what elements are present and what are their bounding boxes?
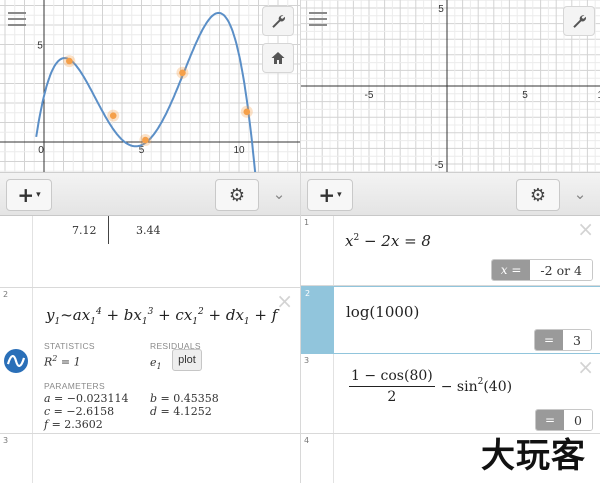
expression-row-1[interactable]: 1 × x2 − 2x = 8 x = -2 or 4 xyxy=(301,216,600,286)
wrench-icon xyxy=(573,15,586,28)
graph-settings-button[interactable]: ⚙ xyxy=(516,179,560,211)
watermark-logo: 大玩客 xyxy=(481,436,586,476)
app-root: 0 5 10 5 + ▾ ⚙ ⌄ 7.12 3.44 2 × y1~ax14 +… xyxy=(0,0,600,483)
wrench-settings-button[interactable] xyxy=(563,6,595,36)
right-calculator-panel: -10-55105-5 + ▾ ⚙ ⌄ 1 xyxy=(300,0,600,483)
delete-expression-icon[interactable]: × xyxy=(577,357,594,377)
x-tick-label: 5 xyxy=(522,90,528,101)
row-gutter xyxy=(301,354,333,433)
residual-variable: e1 xyxy=(150,356,162,372)
graph-settings-button[interactable]: ⚙ xyxy=(215,179,259,211)
gear-icon: ⚙ xyxy=(529,184,547,206)
param-c: c = −2.6158 xyxy=(44,405,115,418)
row-gutter xyxy=(0,216,32,287)
regression-curve xyxy=(35,11,257,172)
delete-expression-icon[interactable]: × xyxy=(276,291,293,311)
caret-down-icon: ▾ xyxy=(337,190,342,200)
param-b: b = 0.45358 xyxy=(150,392,219,405)
x-tick-label: -5 xyxy=(365,90,374,101)
home-zoom-button[interactable] xyxy=(262,43,294,73)
desmos-logo-icon xyxy=(4,349,28,373)
plus-icon: + xyxy=(17,183,35,207)
table-row[interactable]: 7.12 3.44 xyxy=(0,216,300,288)
param-f: f = 2.3602 xyxy=(44,418,103,431)
graph-canvas-left[interactable]: 0 5 105 xyxy=(0,0,300,172)
gear-icon: ⚙ xyxy=(228,184,246,206)
expression-toolbar-left: + ▾ ⚙ ⌄ xyxy=(0,172,300,216)
data-point xyxy=(243,108,251,116)
wrench-icon xyxy=(272,15,285,28)
solution-result-badge: x = -2 or 4 xyxy=(490,259,593,281)
row-number: 1 xyxy=(304,218,310,227)
plus-icon: + xyxy=(318,183,336,207)
graph-canvas-right[interactable]: -10-55105-5 xyxy=(301,0,600,172)
add-item-button[interactable]: + ▾ xyxy=(6,179,52,211)
delete-expression-icon[interactable]: × xyxy=(577,219,594,239)
graph-paper-right[interactable]: -10-55105-5 xyxy=(301,0,600,172)
r-squared-value: R2 = 1 xyxy=(44,354,81,369)
x-tick-label: 0 xyxy=(38,145,44,156)
equation-expression[interactable]: x2 − 2x = 8 xyxy=(345,232,431,250)
data-point xyxy=(142,136,149,144)
menu-icon[interactable] xyxy=(8,12,26,26)
y-tick-label: 5 xyxy=(438,4,444,15)
row-number: 2 xyxy=(305,289,311,298)
collapse-list-icon[interactable]: ⌄ xyxy=(268,183,290,205)
empty-expression-row[interactable]: 3 xyxy=(0,434,300,483)
table-cell-x[interactable]: 7.12 xyxy=(72,224,97,237)
data-point xyxy=(109,112,117,119)
trig-expression[interactable]: 1 − cos(80) 2 − sin 2 (40) xyxy=(349,368,512,405)
expression-list-left: 7.12 3.44 2 × y1~ax14 + bx13 + cx12 + dx… xyxy=(0,216,300,483)
parameters-header: PARAMETERS xyxy=(44,381,105,391)
collapse-list-icon[interactable]: ⌄ xyxy=(569,183,591,205)
left-calculator-panel: 0 5 10 5 + ▾ ⚙ ⌄ 7.12 3.44 2 × y1~ax14 +… xyxy=(0,0,300,483)
expression-row-3[interactable]: 3 × 1 − cos(80) 2 − sin 2 (40) = 0 xyxy=(301,354,600,434)
wrench-settings-button[interactable] xyxy=(262,6,294,36)
y-tick-label: -5 xyxy=(435,160,444,171)
param-a: a = −0.023114 xyxy=(44,392,129,405)
row-number: 3 xyxy=(3,436,9,445)
table-column-divider xyxy=(108,216,109,244)
row-number: 4 xyxy=(304,436,310,445)
menu-icon[interactable] xyxy=(309,12,327,26)
param-d: d = 4.1252 xyxy=(150,405,212,418)
expression-toolbar-right: + ▾ ⚙ ⌄ xyxy=(301,172,600,216)
expression-row-2-selected[interactable]: 2 log(1000) = 3 xyxy=(301,286,600,354)
statistics-header: STATISTICS xyxy=(44,341,95,351)
row-number: 2 xyxy=(3,290,9,299)
graph-paper-left[interactable]: 0 5 10 5 xyxy=(0,0,300,172)
regression-expression-row[interactable]: 2 × y1~ax14 + bx13 + cx12 + dx1 + f STAT… xyxy=(0,288,300,434)
log-expression[interactable]: log(1000) xyxy=(346,303,419,321)
add-item-button[interactable]: + ▾ xyxy=(307,179,353,211)
caret-down-icon: ▾ xyxy=(36,190,41,200)
regression-formula[interactable]: y1~ax14 + bx13 + cx12 + dx1 + f xyxy=(46,306,277,327)
y-tick-label: 5 xyxy=(37,41,43,52)
row-number: 3 xyxy=(304,356,310,365)
fraction: 1 − cos(80) 2 xyxy=(349,368,435,405)
plot-residuals-button[interactable]: plot xyxy=(172,349,202,371)
x-tick-label: 10 xyxy=(233,145,245,156)
evaluation-result-badge: = 3 xyxy=(533,329,592,351)
table-cell-y[interactable]: 3.44 xyxy=(136,224,161,237)
data-point xyxy=(66,57,73,65)
data-point xyxy=(179,69,186,77)
home-icon xyxy=(271,52,285,64)
